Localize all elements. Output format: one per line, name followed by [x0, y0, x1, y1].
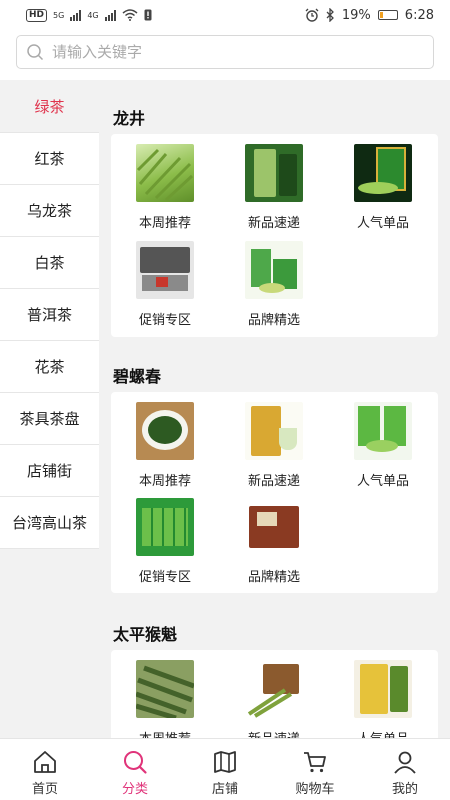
sidebar-item-puer[interactable]: 普洱茶	[0, 289, 99, 341]
grid-item-label: 品牌精选	[247, 570, 300, 585]
product-thumbnail	[136, 660, 194, 718]
product-thumbnail	[354, 144, 412, 202]
alert-icon	[144, 9, 152, 21]
sidebar-item-black-tea[interactable]: 红茶	[0, 133, 99, 185]
grid-item[interactable]: 品牌精选	[220, 241, 328, 328]
cart-icon	[304, 752, 326, 773]
grid-item-label: 本周推荐	[111, 728, 219, 738]
grid-item[interactable]: 促销专区	[111, 498, 219, 585]
product-thumbnail	[245, 402, 303, 460]
bluetooth-icon	[326, 8, 334, 22]
sidebar-item-label: 店铺街	[26, 462, 72, 480]
grid-item-label: 新品速递	[247, 216, 300, 231]
search-input[interactable]	[52, 43, 412, 61]
product-thumbnail	[136, 402, 194, 460]
nav-profile[interactable]: 我的	[360, 739, 450, 800]
category-sidebar: 绿茶 红茶 乌龙茶 白茶 普洱茶 花茶 茶具茶盘 店铺街 台湾高山茶	[0, 81, 99, 738]
section-card: 本周推荐 新品速递 人气单品	[111, 650, 438, 738]
grid-item[interactable]: 本周推荐	[111, 402, 219, 489]
grid-item[interactable]: 促销专区	[111, 241, 219, 328]
nav-label: 我的	[391, 782, 418, 797]
section-title: 龙井	[113, 109, 146, 128]
grid-item-label: 品牌精选	[247, 313, 300, 328]
grid-item-label: 促销专区	[138, 570, 191, 585]
sidebar-item-label: 普洱茶	[26, 306, 72, 324]
section-title: 太平猴魁	[113, 625, 178, 644]
search-box[interactable]	[16, 35, 434, 69]
grid-item[interactable]: 新品速递	[220, 402, 328, 489]
sidebar-item-label: 花茶	[34, 358, 65, 376]
product-thumbnail	[245, 660, 303, 718]
nav-home[interactable]: 首页	[0, 739, 90, 800]
grid-item[interactable]: 本周推荐	[111, 144, 219, 231]
store-icon	[214, 751, 236, 773]
sidebar-item-tea-ware[interactable]: 茶具茶盘	[0, 393, 99, 445]
product-thumbnail	[354, 402, 412, 460]
product-thumbnail	[136, 241, 194, 299]
grid-item[interactable]: 新品速递	[220, 660, 328, 738]
sidebar-item-oolong[interactable]: 乌龙茶	[0, 185, 99, 237]
nav-cart[interactable]: 购物车	[270, 739, 360, 800]
sidebar-item-label: 茶具茶盘	[19, 410, 80, 428]
sidebar-item-green-tea[interactable]: 绿茶	[0, 81, 99, 133]
grid-item-label: 促销专区	[138, 313, 191, 328]
product-thumbnail	[245, 498, 303, 556]
battery-percent: 19%	[341, 7, 371, 23]
product-thumbnail	[136, 144, 194, 202]
sidebar-item-label: 红茶	[34, 150, 65, 168]
signal-5g-label: 5G	[53, 10, 65, 20]
grid-item-label: 人气单品	[356, 474, 409, 489]
grid-item-label: 本周推荐	[138, 216, 191, 231]
nav-store[interactable]: 店铺	[180, 739, 270, 800]
home-icon	[34, 751, 56, 773]
section-title: 碧螺春	[113, 367, 162, 386]
sidebar-item-shop-street[interactable]: 店铺街	[0, 445, 99, 497]
nav-category[interactable]: 分类	[90, 739, 180, 800]
category-content: 龙井 本周推荐 新品速递 人气单品 促销专区 品牌精选 碧螺春 本周推荐 新品速…	[99, 81, 450, 738]
sidebar-item-label: 绿茶	[34, 98, 65, 116]
battery-icon	[377, 10, 398, 20]
section-card: 本周推荐 新品速递 人气单品 促销专区 品牌精选	[111, 392, 438, 593]
signal-4g-label: 4G	[87, 10, 99, 20]
search-icon	[27, 44, 44, 61]
alarm-icon	[305, 8, 319, 22]
grid-item[interactable]: 人气单品	[329, 402, 437, 489]
search-bar	[0, 30, 450, 80]
product-thumbnail	[245, 144, 303, 202]
product-thumbnail	[245, 241, 303, 299]
sidebar-item-white-tea[interactable]: 白茶	[0, 237, 99, 289]
status-bar: HD 5G 4G 19% 6:28	[0, 0, 450, 30]
grid-item-label: 新品速递	[220, 728, 328, 738]
sidebar-item-taiwan-tea[interactable]: 台湾高山茶	[0, 497, 99, 549]
bottom-navigation: 首页 分类 店铺 购物车 我的	[0, 738, 450, 800]
nav-label: 首页	[31, 782, 58, 797]
sidebar-item-label: 乌龙茶	[26, 202, 72, 220]
grid-item-label: 人气单品	[356, 216, 409, 231]
signal-icon-2	[104, 9, 116, 21]
sidebar-item-flower-tea[interactable]: 花茶	[0, 341, 99, 393]
signal-icon	[70, 9, 82, 21]
user-icon	[394, 751, 416, 774]
category-search-icon	[124, 751, 147, 774]
grid-item-label: 本周推荐	[138, 474, 191, 489]
product-thumbnail	[136, 498, 194, 556]
hd-badge: HD	[26, 8, 48, 22]
sidebar-item-label: 台湾高山茶	[11, 514, 87, 532]
nav-label: 分类	[121, 782, 148, 797]
sidebar-item-label: 白茶	[34, 254, 65, 272]
grid-item[interactable]: 新品速递	[220, 144, 328, 231]
wifi-icon	[122, 9, 138, 21]
grid-item[interactable]: 本周推荐	[111, 660, 219, 738]
grid-item-label: 新品速递	[247, 474, 300, 489]
product-thumbnail	[354, 660, 412, 718]
nav-label: 购物车	[295, 782, 335, 797]
grid-item-label: 人气单品	[329, 728, 437, 738]
grid-item[interactable]: 品牌精选	[220, 498, 328, 585]
grid-item[interactable]: 人气单品	[329, 660, 437, 738]
section-card: 本周推荐 新品速递 人气单品 促销专区 品牌精选	[111, 134, 438, 337]
nav-label: 店铺	[211, 782, 238, 797]
grid-item[interactable]: 人气单品	[329, 144, 437, 231]
clock: 6:28	[404, 7, 434, 23]
